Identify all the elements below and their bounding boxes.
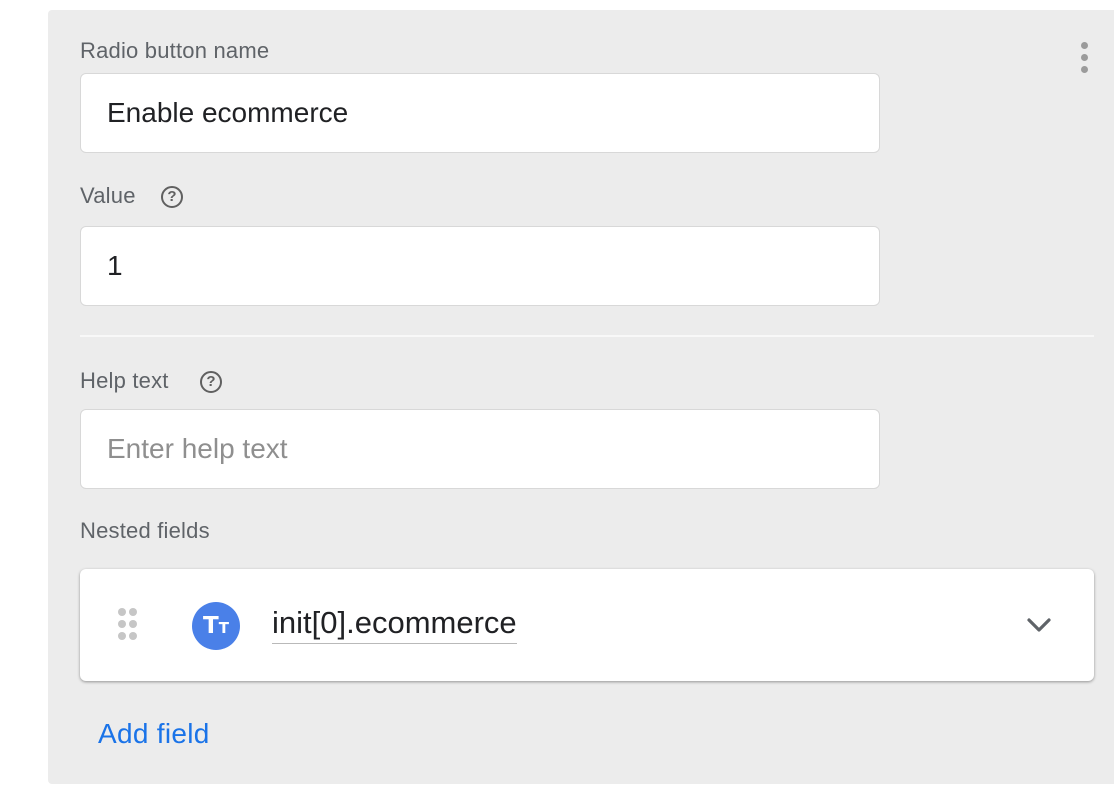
section-divider bbox=[80, 335, 1094, 337]
help-icon[interactable]: ? bbox=[200, 371, 222, 393]
drag-handle-icon[interactable] bbox=[118, 608, 138, 641]
nested-field-name[interactable]: init[0].ecommerce bbox=[272, 605, 517, 644]
value-input[interactable] bbox=[80, 226, 880, 306]
radio-button-name-label: Radio button name bbox=[80, 38, 270, 63]
help-text-label: Help text bbox=[80, 368, 169, 393]
add-field-button[interactable]: Add field bbox=[98, 718, 210, 750]
help-icon[interactable]: ? bbox=[161, 186, 183, 208]
radio-button-name-input[interactable] bbox=[80, 73, 880, 153]
nested-field-item[interactable]: TT init[0].ecommerce bbox=[80, 569, 1094, 681]
help-text-input[interactable] bbox=[80, 409, 880, 489]
more-options-icon[interactable] bbox=[1072, 38, 1098, 78]
nested-fields-label: Nested fields bbox=[80, 518, 210, 543]
value-label: Value bbox=[80, 183, 136, 208]
chevron-down-icon[interactable] bbox=[1024, 613, 1054, 637]
text-type-icon: TT bbox=[192, 602, 240, 650]
